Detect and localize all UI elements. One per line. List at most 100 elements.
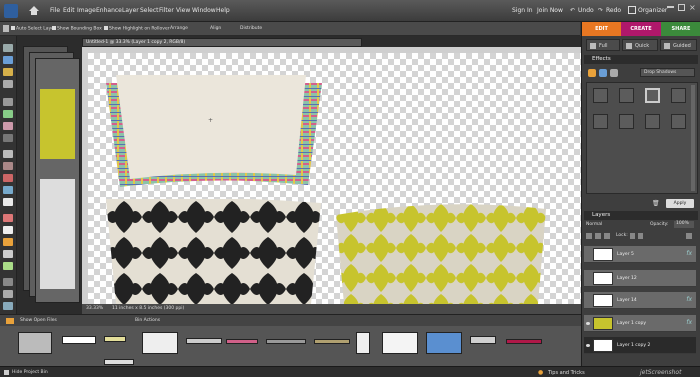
tips-and-tricks-button[interactable]: Tips and Tricks bbox=[548, 370, 585, 376]
selection-brush-tool-icon[interactable] bbox=[3, 134, 13, 142]
maximize-button[interactable] bbox=[678, 4, 685, 11]
opacity-input[interactable]: 100% bbox=[674, 221, 694, 228]
magic-wand-tool-icon[interactable] bbox=[3, 122, 13, 130]
layer-row-selected[interactable]: Layer 1 copy 2 bbox=[584, 337, 696, 354]
bin-thumbnail[interactable] bbox=[104, 359, 134, 365]
tips-icon[interactable]: ● bbox=[538, 369, 543, 376]
bin-thumbnail[interactable] bbox=[266, 339, 306, 344]
type-tool-icon[interactable] bbox=[3, 150, 13, 158]
menu-help[interactable]: Help bbox=[216, 7, 230, 14]
zoom-level[interactable]: 33.33% bbox=[86, 304, 103, 314]
hand-tool-icon[interactable] bbox=[3, 68, 13, 76]
join-now-link[interactable]: Join Now bbox=[537, 7, 563, 14]
lock-transparency-icon[interactable] bbox=[630, 233, 635, 239]
drop-shadow-effect[interactable] bbox=[645, 114, 660, 129]
menu-filter[interactable]: Filter bbox=[159, 7, 174, 14]
undo-button[interactable]: Undo bbox=[578, 7, 594, 14]
layer-row[interactable]: Layer 5 fx bbox=[584, 246, 696, 263]
menu-view[interactable]: View bbox=[176, 7, 190, 14]
layer-styles-icon[interactable] bbox=[599, 69, 607, 77]
eraser-tool-icon[interactable] bbox=[3, 214, 13, 222]
zoom-tool-icon[interactable] bbox=[3, 56, 13, 64]
bin-thumbnail[interactable] bbox=[18, 332, 52, 354]
close-button[interactable]: × bbox=[689, 3, 696, 12]
show-bounding-box-checkbox[interactable]: Show Bounding Box bbox=[52, 26, 102, 32]
visibility-eye-icon[interactable] bbox=[586, 322, 590, 325]
organizer-button[interactable]: Organizer bbox=[638, 7, 667, 14]
new-layer-icon[interactable] bbox=[586, 233, 592, 239]
drop-shadow-effect[interactable] bbox=[593, 88, 608, 103]
filters-icon[interactable] bbox=[588, 69, 596, 77]
bin-thumbnail[interactable] bbox=[142, 332, 178, 354]
layers-header[interactable]: Layers bbox=[584, 211, 698, 220]
drop-shadow-effect[interactable] bbox=[671, 114, 686, 129]
menu-window[interactable]: Window bbox=[192, 7, 216, 14]
menu-enhance[interactable]: Enhance bbox=[96, 7, 122, 14]
plaid-layer[interactable] bbox=[106, 75, 322, 190]
mode-full-button[interactable]: Full bbox=[586, 39, 620, 51]
tab-edit[interactable]: EDIT bbox=[582, 22, 621, 36]
hide-bin-icon[interactable] bbox=[4, 370, 9, 375]
drop-shadow-effect[interactable] bbox=[619, 88, 634, 103]
redo-icon[interactable]: ↷ bbox=[598, 7, 603, 14]
bin-thumbnail[interactable] bbox=[104, 336, 126, 342]
sponge-tool-icon[interactable] bbox=[3, 302, 13, 310]
lasso-tool-icon[interactable] bbox=[3, 110, 13, 118]
mask-icon[interactable] bbox=[604, 233, 610, 239]
blur-tool-icon[interactable] bbox=[3, 290, 13, 298]
marquee-tool-icon[interactable] bbox=[3, 98, 13, 106]
mode-guided-button[interactable]: Guided bbox=[660, 39, 697, 51]
yellow-damask-layer[interactable] bbox=[336, 203, 546, 304]
photo-effects-icon[interactable] bbox=[610, 69, 618, 77]
arrange-button[interactable]: Arrange bbox=[170, 26, 188, 31]
blend-mode-dropdown[interactable]: Normal bbox=[586, 222, 622, 229]
visibility-eye-icon[interactable] bbox=[586, 344, 590, 347]
layer-row[interactable]: Layer 1 copy fx bbox=[584, 315, 696, 332]
pencil-tool-icon[interactable] bbox=[3, 238, 13, 246]
bin-thumbnail[interactable] bbox=[314, 339, 350, 344]
black-damask-layer[interactable] bbox=[106, 199, 321, 304]
paint-bucket-tool-icon[interactable] bbox=[3, 250, 13, 258]
effect-category-dropdown[interactable]: Drop Shadows bbox=[640, 68, 695, 77]
distribute-button[interactable]: Distribute bbox=[240, 26, 262, 31]
adjustment-layer-icon[interactable] bbox=[595, 233, 601, 239]
bin-actions-menu[interactable]: Bin Actions bbox=[135, 318, 160, 323]
healing-brush-tool-icon[interactable] bbox=[3, 186, 13, 194]
move-tool-icon[interactable] bbox=[3, 44, 13, 52]
show-open-files-dropdown[interactable]: Show Open Files bbox=[20, 318, 57, 323]
tab-create[interactable]: CREATE bbox=[621, 22, 661, 36]
undo-icon[interactable]: ↶ bbox=[570, 7, 575, 14]
eyedropper-tool-icon[interactable] bbox=[3, 80, 13, 88]
bin-thumbnail[interactable] bbox=[356, 332, 370, 354]
sign-in-link[interactable]: Sign In bbox=[512, 7, 533, 14]
auto-select-checkbox[interactable]: Auto Select Layer bbox=[11, 26, 56, 32]
drop-shadow-effect[interactable] bbox=[645, 88, 660, 103]
delete-layer-icon[interactable] bbox=[686, 233, 692, 239]
brush-tool-icon[interactable] bbox=[3, 226, 13, 234]
drop-shadow-effect[interactable] bbox=[593, 114, 608, 129]
show-highlight-checkbox[interactable]: Show Highlight on Rollover bbox=[104, 26, 170, 32]
lock-all-icon[interactable] bbox=[638, 233, 643, 239]
shape-tool-icon[interactable] bbox=[3, 278, 13, 286]
menu-file[interactable]: File bbox=[50, 7, 60, 14]
menu-edit[interactable]: Edit bbox=[63, 7, 75, 14]
bin-thumbnail[interactable] bbox=[426, 332, 462, 354]
document-canvas[interactable]: + bbox=[88, 53, 581, 304]
drop-shadow-effect[interactable] bbox=[671, 88, 686, 103]
align-button[interactable]: Align bbox=[210, 26, 221, 31]
document-tab[interactable]: Untitled-1 @ 33.3% (Layer 1 copy 2, RGB/… bbox=[82, 38, 362, 47]
effects-header[interactable]: Effects bbox=[584, 55, 698, 64]
minimize-button[interactable] bbox=[667, 6, 674, 8]
tab-share[interactable]: SHARE bbox=[661, 22, 700, 36]
trash-icon[interactable]: 🗑 bbox=[652, 200, 660, 207]
hide-project-bin-button[interactable]: Hide Project Bin bbox=[12, 370, 48, 375]
mode-quick-button[interactable]: Quick bbox=[622, 39, 658, 51]
apply-button[interactable]: Apply bbox=[666, 199, 694, 208]
red-eye-tool-icon[interactable] bbox=[3, 174, 13, 182]
gradient-tool-icon[interactable] bbox=[3, 262, 13, 270]
menu-select[interactable]: Select bbox=[140, 7, 159, 14]
effects-scrollbar[interactable] bbox=[691, 85, 695, 191]
bin-thumbnail[interactable] bbox=[470, 336, 496, 344]
menu-image[interactable]: Image bbox=[77, 7, 96, 14]
bin-thumbnail[interactable] bbox=[226, 339, 258, 344]
